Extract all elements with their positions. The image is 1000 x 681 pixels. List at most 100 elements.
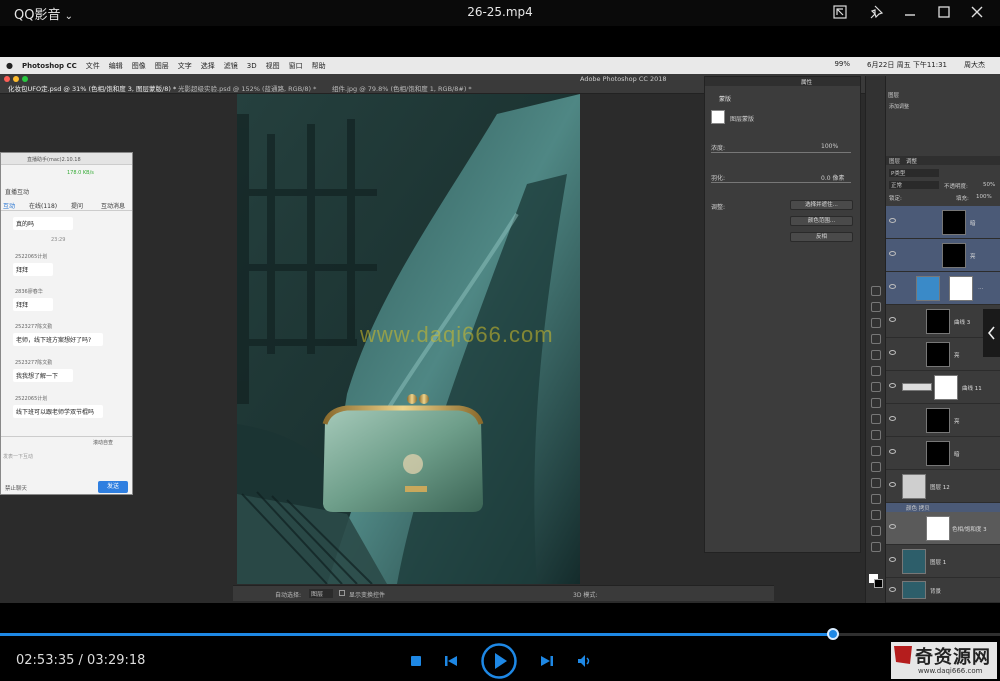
layers-tab-a[interactable]: 图层 — [888, 91, 899, 99]
minimize-button[interactable] — [899, 2, 921, 22]
chat-input[interactable]: 发表一下互动 — [3, 453, 33, 460]
chat-tab-1[interactable]: 在线(118) — [29, 201, 57, 210]
background-color-swatch[interactable] — [874, 579, 883, 588]
layer-kind-filter[interactable]: P类型 — [889, 169, 939, 177]
minimize-dot-icon[interactable] — [13, 76, 19, 82]
healing-tool-icon[interactable] — [871, 382, 881, 392]
density-slider[interactable] — [711, 152, 851, 153]
eye-icon[interactable] — [889, 416, 896, 421]
layer-row[interactable]: 亮 — [886, 404, 1000, 437]
hand-tool-icon[interactable] — [871, 542, 881, 552]
layer-mask-thumb — [949, 276, 973, 301]
dodge-tool-icon[interactable] — [871, 494, 881, 504]
layer-name: 背景 — [930, 589, 942, 595]
chat-sender: 2523277陈文勤 — [15, 324, 53, 330]
history-brush-tool-icon[interactable] — [871, 430, 881, 440]
crop-tool-icon[interactable] — [871, 350, 881, 360]
pen-tool-icon[interactable] — [871, 510, 881, 520]
feather-slider[interactable] — [711, 182, 851, 183]
scroll-check-checkbox[interactable]: 滚动自查 — [93, 439, 113, 446]
blur-tool-icon[interactable] — [871, 478, 881, 488]
ps-tab-2[interactable]: 组件.jpg @ 79.8% (色相/饱和度 1, RGB/8#) * — [332, 83, 472, 93]
eye-icon[interactable] — [889, 383, 896, 388]
layer-row[interactable]: 亮 — [886, 239, 1000, 272]
eye-icon[interactable] — [889, 482, 896, 487]
chat-sender: 2522065计划 — [15, 254, 48, 260]
layer-row[interactable]: 背景 — [886, 578, 1000, 603]
opacity-value[interactable]: 50% — [983, 182, 995, 188]
magic-wand-tool-icon[interactable] — [871, 334, 881, 344]
close-dot-icon[interactable] — [4, 76, 10, 82]
type-tool-icon[interactable] — [871, 526, 881, 536]
eye-icon[interactable] — [889, 524, 896, 529]
layers-tab[interactable]: 图层 — [889, 157, 900, 165]
density-value[interactable]: 100% — [821, 143, 838, 150]
feather-value[interactable]: 0.0 像素 — [821, 173, 844, 182]
chat-tab-2[interactable]: 提问 — [71, 201, 83, 210]
layer-group-row[interactable]: 颜色 拷贝 — [886, 503, 1000, 512]
timecode: 02:53:35 / 03:29:18 — [16, 653, 145, 668]
eye-icon[interactable] — [889, 284, 896, 289]
eye-icon[interactable] — [889, 350, 896, 355]
progress-knob[interactable] — [827, 628, 839, 640]
properties-tab[interactable]: 属性 — [801, 78, 812, 86]
close-button[interactable] — [966, 2, 988, 22]
channels-tab[interactable]: 调整 — [906, 157, 917, 165]
eye-icon[interactable] — [889, 218, 896, 223]
play-button[interactable] — [480, 642, 518, 680]
layer-row[interactable]: 暗 — [886, 437, 1000, 470]
layer-row[interactable]: 色相/饱和度 3 — [886, 512, 1000, 545]
next-button[interactable] — [536, 651, 558, 671]
layer-row[interactable]: 曲线 11 — [886, 371, 1000, 404]
mac-menu-3: 图像 — [131, 61, 146, 70]
move-tool-icon[interactable] — [871, 286, 881, 296]
brand-watermark: 奇资源网 www.daqi666.com — [888, 640, 1000, 681]
transform-checkbox[interactable] — [339, 590, 345, 596]
chat-window: 直播助手(mac)2.10.18 178.0 KB/s 直播互动 互动 在线(1… — [0, 152, 133, 495]
eye-icon[interactable] — [889, 317, 896, 322]
brand-url: www.daqi666.com — [918, 667, 983, 675]
zoom-dot-icon[interactable] — [22, 76, 28, 82]
color-range-button[interactable]: 颜色范围... — [790, 216, 853, 226]
eye-icon[interactable] — [889, 557, 896, 562]
marquee-tool-icon[interactable] — [871, 302, 881, 312]
eye-icon[interactable] — [889, 449, 896, 454]
layer-mask-thumb — [942, 243, 966, 268]
progress-bar[interactable] — [0, 628, 1000, 640]
chat-tab-3[interactable]: 互动消息 — [101, 201, 125, 210]
progress-fill — [0, 633, 833, 636]
ps-tab-0[interactable]: 化妆包UFO定.psd @ 31% (色相/饱和度 3, 图层蒙版/8) * — [8, 83, 176, 93]
volume-button[interactable] — [574, 651, 596, 671]
side-panel-toggle[interactable] — [983, 309, 1000, 357]
invert-button[interactable]: 反相 — [790, 232, 853, 242]
layer-select[interactable]: 图层 — [309, 589, 333, 598]
stop-button[interactable] — [405, 651, 427, 671]
layer-row[interactable]: … — [886, 272, 1000, 305]
gradient-tool-icon[interactable] — [871, 462, 881, 472]
mini-mode-button[interactable] — [829, 2, 851, 22]
eyedropper-tool-icon[interactable] — [871, 366, 881, 376]
layer-row[interactable]: 图层 1 — [886, 545, 1000, 578]
maximize-button[interactable] — [933, 2, 955, 22]
send-button[interactable]: 发送 — [98, 481, 128, 493]
ps-tab-1[interactable]: 光影超级实验.psd @ 152% (蓝通路, RGB/8) * — [178, 83, 316, 93]
pin-top-button[interactable] — [866, 2, 888, 22]
blend-mode-select[interactable]: 正常 — [889, 181, 939, 189]
layer-row[interactable]: 暗 — [886, 206, 1000, 239]
lasso-tool-icon[interactable] — [871, 318, 881, 328]
video-frame[interactable]: ● Photoshop CC 文件 编辑 图像 图层 文字 选择 滤镜 3D 视… — [0, 57, 1000, 603]
brush-tool-icon[interactable] — [871, 398, 881, 408]
eye-icon[interactable] — [889, 251, 896, 256]
eraser-tool-icon[interactable] — [871, 446, 881, 456]
chat-tabs: 互动 在线(118) 提问 互动消息 — [1, 200, 132, 211]
previous-button[interactable] — [440, 651, 462, 671]
eye-icon[interactable] — [889, 587, 896, 592]
stamp-tool-icon[interactable] — [871, 414, 881, 424]
mac-menu-10: 窗口 — [288, 61, 303, 70]
select-and-mask-button[interactable]: 选择并遮住... — [790, 200, 853, 210]
mute-button[interactable]: 禁止聊天 — [5, 484, 27, 492]
chat-bubble: 线下班可以跟老师学双节棍吗 — [13, 405, 103, 418]
fill-value[interactable]: 100% — [976, 194, 992, 200]
chat-tab-0[interactable]: 互动 — [3, 201, 15, 210]
layer-row[interactable]: 图层 12 — [886, 470, 1000, 503]
